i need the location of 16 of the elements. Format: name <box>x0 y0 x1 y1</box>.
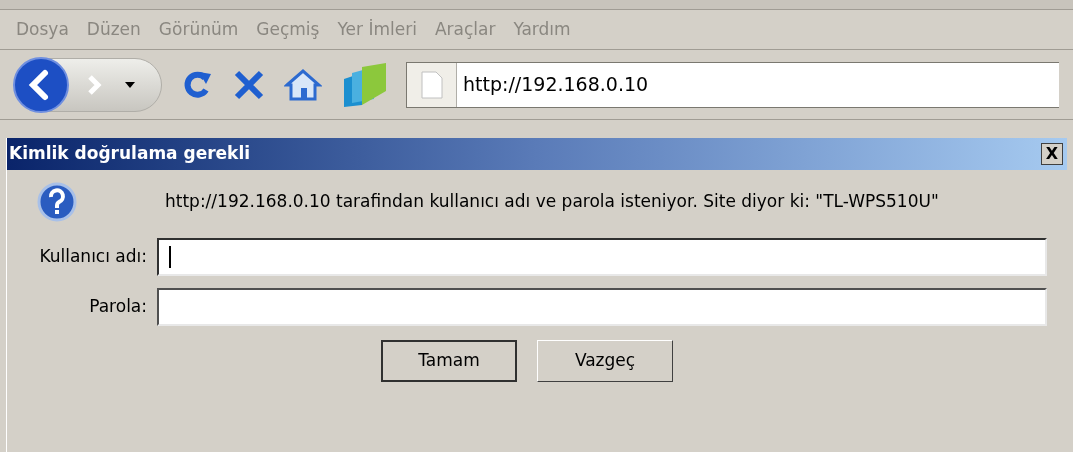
page-icon <box>420 70 443 99</box>
address-text: http://192.168.0.10 <box>463 72 649 98</box>
question-icon <box>37 182 77 222</box>
address-field[interactable]: http://192.168.0.10 <box>406 61 1059 108</box>
close-button[interactable]: X <box>1041 143 1063 165</box>
back-forward-button[interactable] <box>14 57 162 112</box>
dropdown-arrow-icon <box>124 80 136 89</box>
home-icon[interactable] <box>284 67 322 102</box>
dialog-button[interactable]: Tamam <box>381 340 517 382</box>
dialog-button[interactable]: Vazgeç <box>537 340 673 382</box>
input-field[interactable] <box>157 288 1047 326</box>
field-label: Parola: <box>88 295 148 319</box>
dialog-title: Kimlik doğrulama gerekli <box>8 142 251 166</box>
field-label: Kullanıcı adı: <box>38 245 148 269</box>
input-field[interactable] <box>157 238 1047 276</box>
auth-message: http://192.168.0.10 tarafindan kullanıcı adı ve parola isteniyor. Site diyor ki: "TL-WPS510U" <box>165 190 939 214</box>
